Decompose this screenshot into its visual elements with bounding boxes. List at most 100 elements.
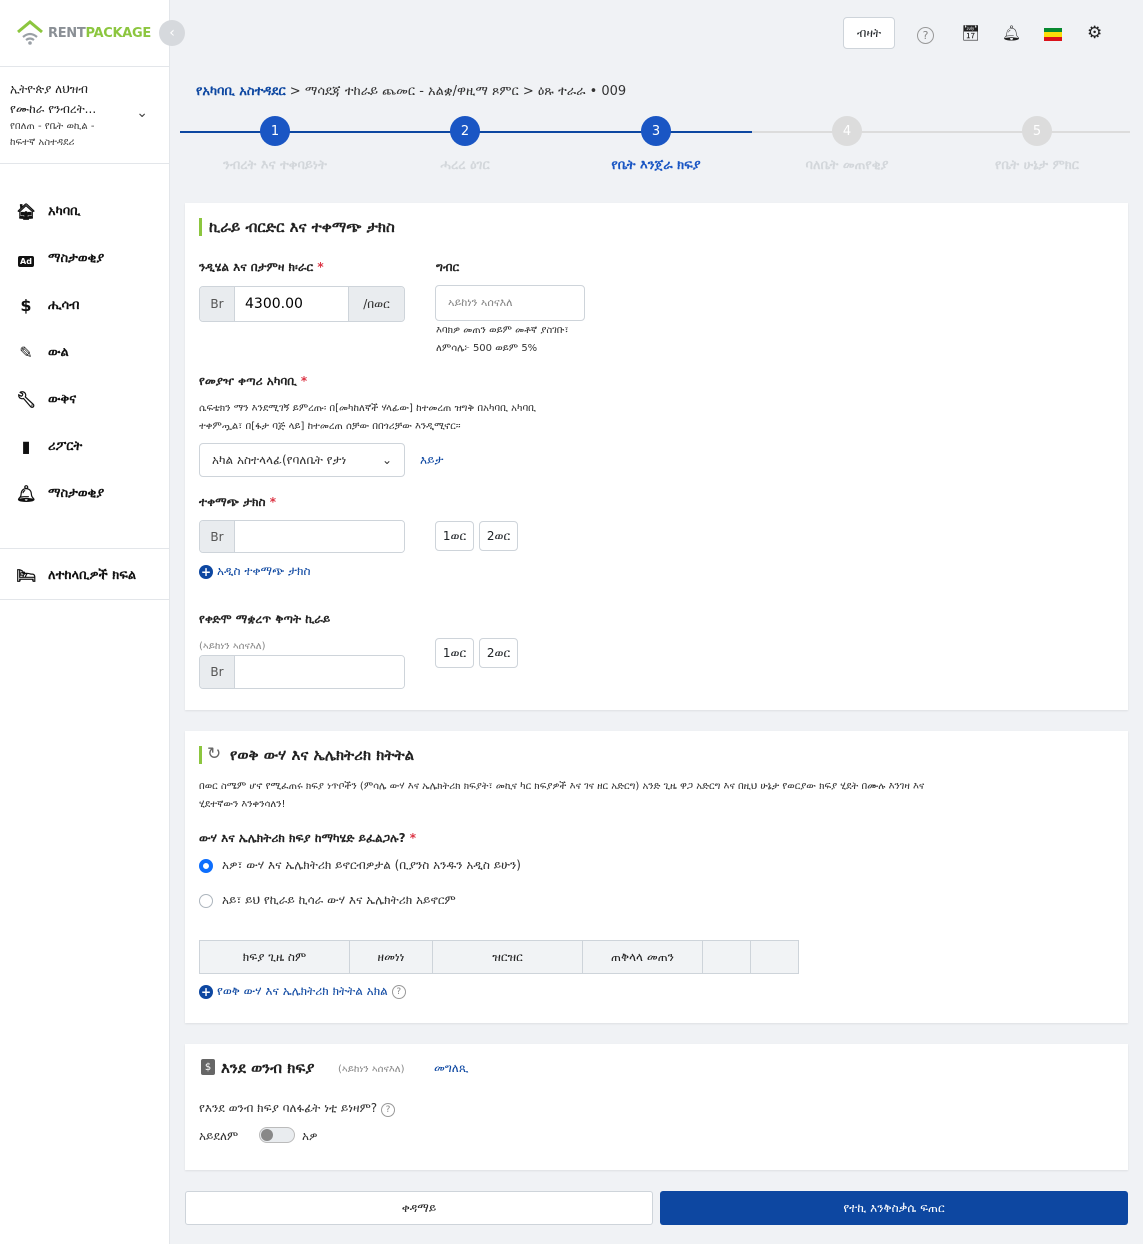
prepaid-2-month-button[interactable]: 2ወር: [479, 638, 518, 668]
column-header: [750, 940, 799, 974]
dollar-icon: $: [20, 296, 32, 315]
brand-name: RENTPACKAGE: [48, 25, 151, 41]
deposit-label: ተቀማጭ ታክስ *: [199, 495, 276, 509]
deposit-2-month-button[interactable]: 2ወር: [479, 521, 518, 551]
required-mark: *: [269, 495, 276, 509]
advance-no-label: አይደለም: [199, 1129, 239, 1143]
required-mark: *: [300, 374, 308, 388]
calendar-icon[interactable]: 📅︎: [961, 24, 980, 42]
tax-input[interactable]: ኣይከነን ኣሰናእለ: [435, 285, 585, 321]
sidebar-item-tenant-portal[interactable]: 🛌︎ ለተከላቢዎች ክፍል: [0, 552, 170, 599]
radio-checked[interactable]: [199, 858, 213, 873]
utility-table: ክፍያ ጊዜ ስም ዘመነነ ዝርዝር ጠቅላላ መጠን: [199, 940, 799, 974]
rent-amount-input[interactable]: [235, 287, 348, 321]
step-4[interactable]: 4 ባለቤት መጠየቂያ: [752, 116, 942, 173]
prepaid-input[interactable]: [235, 656, 404, 688]
utility-no-option[interactable]: አይ፣ ይህ የኪራይ ኪሳራ ውሃ እና ኤሌክትሪክ አይኖርም: [199, 893, 456, 908]
sidebar-item-accounts[interactable]: $ ሒሳብ: [0, 282, 170, 329]
chevron-down-icon[interactable]: ⌄: [136, 105, 148, 121]
advance-hint: (ኣይከነን ኣሰናእለ): [338, 1064, 405, 1075]
utility-question: ውሃ እና ኤሌክትሪክ ክፍያ ከማካሄድ ይፈልጋሉ? *: [199, 831, 416, 845]
add-utility-link[interactable]: + የወቅ ውሃ እና ኤሌክትሪክ ክትትል አክል?: [199, 984, 406, 999]
step-2[interactable]: 2 ሓረረ ዕገር: [370, 116, 560, 173]
gear-icon[interactable]: ⚙: [1087, 23, 1102, 43]
advance-toggle[interactable]: [259, 1127, 295, 1143]
deposit-group: Br: [199, 520, 405, 553]
breadcrumb: የአካባቢ አስተዳደር > ማሳደጃ ተከራይ ጨመር - አልቋ/ዋዚማ ጾ…: [196, 84, 627, 99]
org-switcher[interactable]: ኢትዮጵያ ለህዝብ የሙከራ የንብረት... የበለጠ - የቤት ወኪል …: [0, 66, 170, 164]
sidebar-item-contracts[interactable]: ✎ ውል: [0, 329, 170, 376]
address-label: የመያዣ ቀጣሪ አካባቢ *: [199, 374, 308, 388]
column-header: [702, 940, 751, 974]
nav-divider: [0, 548, 170, 549]
column-header: ጠቅላላ መጠን: [582, 940, 703, 974]
required-mark: *: [409, 831, 416, 845]
table-header-row: ክፍያ ጊዜ ስም ዘመነነ ዝርዝር ጠቅላላ መጠን: [199, 940, 799, 974]
prepaid-1-month-button[interactable]: 1ወር: [435, 638, 474, 668]
collapse-sidebar-button[interactable]: ‹: [159, 20, 185, 46]
section-accent-bar: [199, 218, 202, 236]
sidebar-item-reports[interactable]: ▮ ሪፖርት: [0, 423, 170, 470]
step-1[interactable]: 1 ንብረት እና ተቀባይነት: [180, 116, 370, 173]
tax-label: ግብር: [436, 260, 460, 274]
org-name-2: የሙከራ የንብረት...: [10, 102, 97, 116]
org-role-2: ከፍተኛ አስተዳደሪ: [10, 137, 75, 148]
rent-card: ኪራይ ብርድር እና ተቀማጭ ታክስ ንዲሄል እና በታምዛ ክ፡ራር *…: [185, 203, 1128, 710]
bar-chart-icon: ▮: [21, 437, 31, 456]
required-mark: *: [317, 260, 324, 274]
currency-prefix: Br: [200, 287, 235, 321]
back-button[interactable]: ቀዳማይ: [185, 1191, 653, 1225]
quantity-button[interactable]: ብዛት: [843, 17, 895, 49]
prepaid-label: የቀድሞ ማቋረጥ ቅጣት ኪራይ: [199, 612, 331, 626]
currency-prefix: Br: [200, 656, 235, 688]
sidebar-item-home[interactable]: 🏠︎ አካባቢ: [0, 188, 170, 235]
help-icon[interactable]: ?: [380, 1103, 395, 1117]
tax-help-2: ለምሳሌ፦ 500 ወይም 5%: [436, 343, 538, 354]
utility-description-1: በወር ስሜም ሆኖ የሚፈጠሩ ክፍያ ነጥቦችን (ምሳሌ ውሃ እና ኤሌ…: [199, 781, 925, 792]
address-help-2: ተቀምጧል፣ በ[ፋታ ባጅ ላይ] ከተመረጠ ሰቻው በበጎሪቻው እንዲሚ…: [199, 421, 461, 432]
advance-question: የእንደ ወንብ ክፍያ ባለፋፊት ነቲ ይነዛም? ?: [199, 1099, 395, 1117]
chevron-down-icon: ⌄: [381, 453, 392, 467]
topbar: ብዛት ? 📅︎ 🔔︎ ⚙: [170, 0, 1143, 68]
org-name: ኢትዮጵያ ለህዝብ: [10, 82, 88, 96]
sidebar-item-maintenance[interactable]: 🔧︎ ውቅና: [0, 376, 170, 423]
deposit-input[interactable]: [235, 521, 404, 552]
advance-description-link[interactable]: መግለጺ: [434, 1061, 468, 1076]
plus-circle-icon: +: [199, 984, 213, 999]
bell-icon[interactable]: 🔔︎: [1002, 24, 1021, 42]
rent-amount-group: Br /በወር: [199, 286, 405, 322]
breadcrumb-link[interactable]: የአካባቢ አስተዳደር: [196, 84, 286, 99]
step-3[interactable]: 3 የቤት እንጀራ ክፍያ: [561, 116, 751, 173]
utility-yes-option[interactable]: አዎ፣ ውሃ እና ኤሌክትሪክ ይኖርብዎታል (ቢያንስ አንዱን አዲስ …: [199, 858, 521, 873]
step-5[interactable]: 5 የቤት ሁኔታ ምክር: [942, 116, 1132, 173]
help-icon[interactable]: ?: [917, 25, 934, 44]
sidebar-item-notifications[interactable]: 🔔︎ ማስታወቂያ: [0, 470, 170, 517]
advance-yes-label: አዎ: [302, 1129, 318, 1143]
address-view-link[interactable]: እይታ: [420, 453, 443, 468]
radio-unchecked[interactable]: [199, 893, 213, 908]
section-accent-bar: [199, 746, 202, 764]
advance-section-title: እንደ ወንብ ክፍያ: [221, 1059, 315, 1077]
sidebar-item-ads[interactable]: Ad ማስታወቂያ: [0, 235, 170, 282]
bed-icon: 🛌︎: [16, 566, 37, 585]
chevron-left-icon: ‹: [169, 25, 175, 41]
advance-card: $ እንደ ወንብ ክፍያ (ኣይከነን ኣሰናእለ) መግለጺ የእንደ ወን…: [185, 1044, 1128, 1170]
rent-amount-label: ንዲሄል እና በታምዛ ክ፡ራር *: [199, 260, 324, 274]
stepper: 1 ንብረት እና ተቀባይነት 2 ሓረረ ዕገር 3 የቤት እንጀራ ክፍያ 4…: [180, 116, 1130, 180]
add-deposit-link[interactable]: + አዲስ ተቀማጭ ታክስ: [199, 564, 311, 579]
deposit-1-month-button[interactable]: 1ወር: [435, 521, 474, 551]
logo[interactable]: RENTPACKAGE: [16, 18, 151, 48]
utility-section-title: የወቅ ውሃ እና ኤሌክትሪክ ክትትል: [230, 746, 415, 764]
ad-icon: Ad: [18, 256, 34, 267]
prepaid-group: Br: [199, 655, 405, 689]
address-select[interactable]: አካል አስተላላፊ(የባለቤት የታነ ⌄: [199, 443, 405, 477]
home-icon: 🏠︎: [16, 202, 37, 221]
next-button[interactable]: የተኪ እንቅስቃሴ ፍጠር: [660, 1191, 1128, 1225]
currency-prefix: Br: [200, 521, 235, 552]
sidebar-nav: 🏠︎ አካባቢ Ad ማስታወቂያ $ ሒሳብ ✎ ውል 🔧︎ ውቅና ▮ ሪፖርት 🔔︎ ማ…: [0, 188, 170, 517]
org-role: የበለጠ - የቤት ወኪል -: [10, 121, 95, 132]
utility-description-2: ሂደተኛውን እንቀንሳለን!: [199, 799, 286, 810]
help-icon[interactable]: ?: [391, 984, 406, 999]
ethiopia-flag-icon[interactable]: [1044, 28, 1062, 41]
edit-document-icon: ✎: [19, 343, 33, 362]
